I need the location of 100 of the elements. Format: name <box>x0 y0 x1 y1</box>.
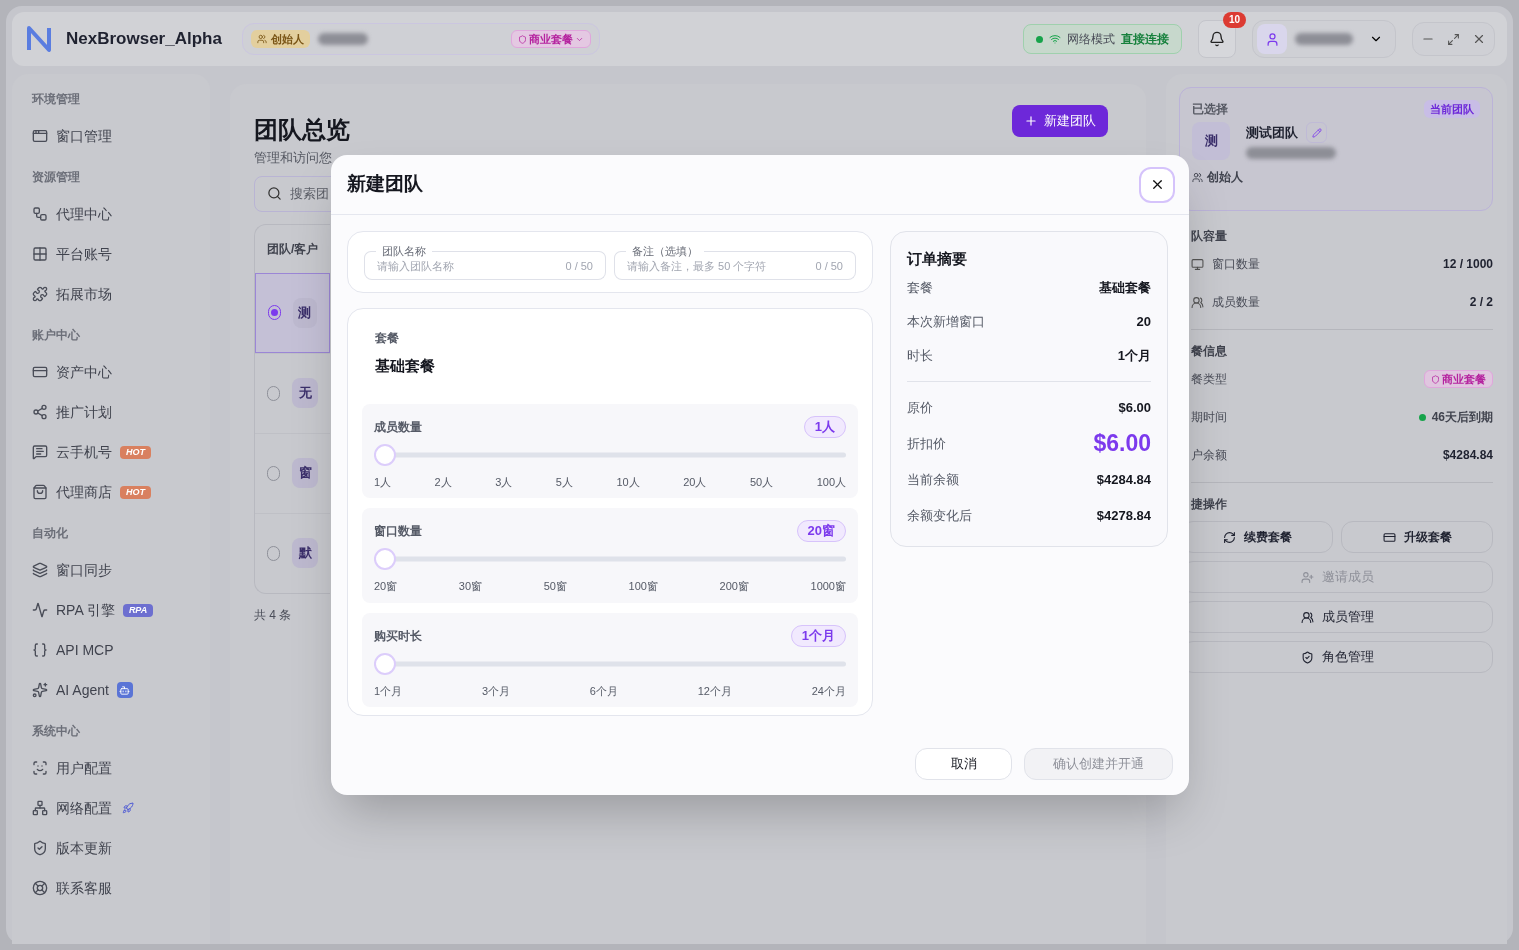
action-button[interactable]: 升级套餐 <box>1341 521 1493 553</box>
team-avatar: 窗 <box>292 458 318 488</box>
sidebar-item[interactable]: 代理中心 <box>32 194 190 234</box>
card-icon <box>1382 530 1396 544</box>
stat-value: 2 / 2 <box>1469 294 1493 311</box>
section-title: 队容量 <box>1191 228 1228 245</box>
stat-label: 窗口数量 <box>1212 256 1260 273</box>
slider-thumb[interactable] <box>374 443 396 466</box>
sidebar-item[interactable]: API MCP <box>32 630 190 670</box>
sidebar-item[interactable]: 拓展市场 <box>32 274 190 314</box>
monitor-icon <box>1191 257 1204 271</box>
blurred-username <box>1295 33 1353 45</box>
close-icon[interactable] <box>1472 32 1486 46</box>
team-avatar: 测 <box>292 297 317 328</box>
new-team-button[interactable]: 新建团队 <box>1012 105 1108 137</box>
sidebar-item[interactable]: AI Agent <box>32 670 190 710</box>
info-value: 46天后到期 <box>1431 409 1493 426</box>
summary-value: 1个月 <box>1117 347 1151 366</box>
slider[interactable] <box>374 548 846 570</box>
pulse-icon <box>32 602 48 618</box>
grid-icon <box>32 246 48 262</box>
sidebar-item[interactable]: 代理商店 HOT <box>32 472 190 512</box>
tick-label: 100窗 <box>628 579 658 594</box>
sidebar-item[interactable]: 平台账号 <box>32 234 190 274</box>
tick-label: 20窗 <box>374 579 398 594</box>
cancel-button[interactable]: 取消 <box>915 748 1012 780</box>
tick-label: 10人 <box>616 474 640 490</box>
summary-label: 本次新增窗口 <box>907 313 985 332</box>
slider-thumb[interactable] <box>374 652 396 675</box>
value-pill: 20窗 <box>796 520 846 542</box>
section-title: 自动化 <box>32 525 69 542</box>
slider[interactable] <box>374 443 846 466</box>
sidebar-item[interactable]: 联系客服 <box>32 868 190 908</box>
user-icon <box>1257 24 1287 54</box>
maximize-icon[interactable] <box>1447 32 1460 46</box>
stat-label: 成员数量 <box>1212 294 1260 311</box>
table-row[interactable]: 测 <box>255 272 330 353</box>
char-counter: 0 / 50 <box>815 259 843 275</box>
tick-label: 3人 <box>495 474 513 490</box>
slider-thumb[interactable] <box>374 548 396 570</box>
app-name: NexBrowser_Alpha <box>66 28 222 51</box>
user-plus-icon <box>1300 570 1314 584</box>
braces-icon <box>32 642 48 658</box>
sidebar-item[interactable]: 窗口同步 <box>32 550 190 590</box>
hot-tag: HOT <box>120 445 151 459</box>
tick-label: 2人 <box>434 474 452 490</box>
table-row[interactable]: 无 <box>255 352 330 433</box>
lifebuoy-icon <box>32 880 48 896</box>
edit-icon[interactable] <box>1306 122 1327 143</box>
section-title: 系统中心 <box>32 723 81 740</box>
network-status[interactable]: 网络模式 直接连接 <box>1023 24 1182 54</box>
field-placeholder: 请输入团队名称 <box>377 259 454 275</box>
blurred-name <box>317 33 368 45</box>
rocket-icon <box>120 800 136 816</box>
sidebar-item[interactable]: 版本更新 <box>32 828 190 868</box>
close-button[interactable] <box>1139 166 1175 203</box>
tick-label: 50窗 <box>543 579 567 594</box>
info-value: $4284.84 <box>1442 447 1493 464</box>
wifi-icon <box>1049 33 1061 45</box>
sidebar-item[interactable]: 网络配置 <box>32 788 190 828</box>
sidebar-item[interactable]: RPA 引擎 RPA <box>32 590 190 630</box>
tick-label: 5人 <box>555 474 573 490</box>
summary-value: 20 <box>1136 313 1151 332</box>
section-title: 账户中心 <box>32 327 81 344</box>
bag-icon <box>32 484 48 500</box>
tick-label: 1000窗 <box>810 579 846 594</box>
tick-label: 30窗 <box>458 579 483 594</box>
summary-value: $4278.84 <box>1096 506 1151 525</box>
sidebar-item[interactable]: 用户配置 <box>32 748 190 788</box>
sidebar-item[interactable]: 资产中心 <box>32 352 190 392</box>
sidebar-item[interactable]: 窗口管理 <box>32 116 190 156</box>
section-title: 捷操作 <box>1191 496 1228 513</box>
slider[interactable] <box>374 652 846 675</box>
sparkles-icon <box>32 682 48 698</box>
table-row[interactable]: 默 <box>255 512 330 593</box>
table-row[interactable]: 窗 <box>255 432 330 513</box>
logo-icon <box>24 24 54 54</box>
summary-label: 时长 <box>907 347 933 366</box>
message-icon <box>32 444 48 460</box>
summary-label: 折扣价 <box>907 434 946 453</box>
layers-icon <box>32 562 48 578</box>
value-pill: 1人 <box>803 415 846 438</box>
slider-label: 购买时长 <box>374 627 422 645</box>
sidebar-item[interactable]: 云手机号 HOT <box>32 432 190 472</box>
notification-count: 10 <box>1222 12 1246 28</box>
plan-label: 套餐 <box>375 330 400 347</box>
team-name: 测试团队 <box>1246 123 1298 142</box>
search-icon <box>267 186 282 201</box>
shield-icon <box>1431 374 1440 384</box>
sidebar-item[interactable]: 推广计划 <box>32 392 190 432</box>
tick-label: 12个月 <box>697 683 732 699</box>
summary-label: 套餐 <box>907 279 933 298</box>
refresh-icon <box>1222 530 1236 544</box>
rpa-tag: RPA <box>122 603 154 617</box>
summary-label: 当前余额 <box>907 470 959 489</box>
total-count: 共 4 条 <box>254 606 292 624</box>
user-menu[interactable] <box>1252 20 1396 58</box>
plan-badge[interactable]: 商业套餐 <box>510 30 591 48</box>
page-title: 团队总览 <box>254 115 350 145</box>
tick-label: 1人 <box>374 474 392 490</box>
